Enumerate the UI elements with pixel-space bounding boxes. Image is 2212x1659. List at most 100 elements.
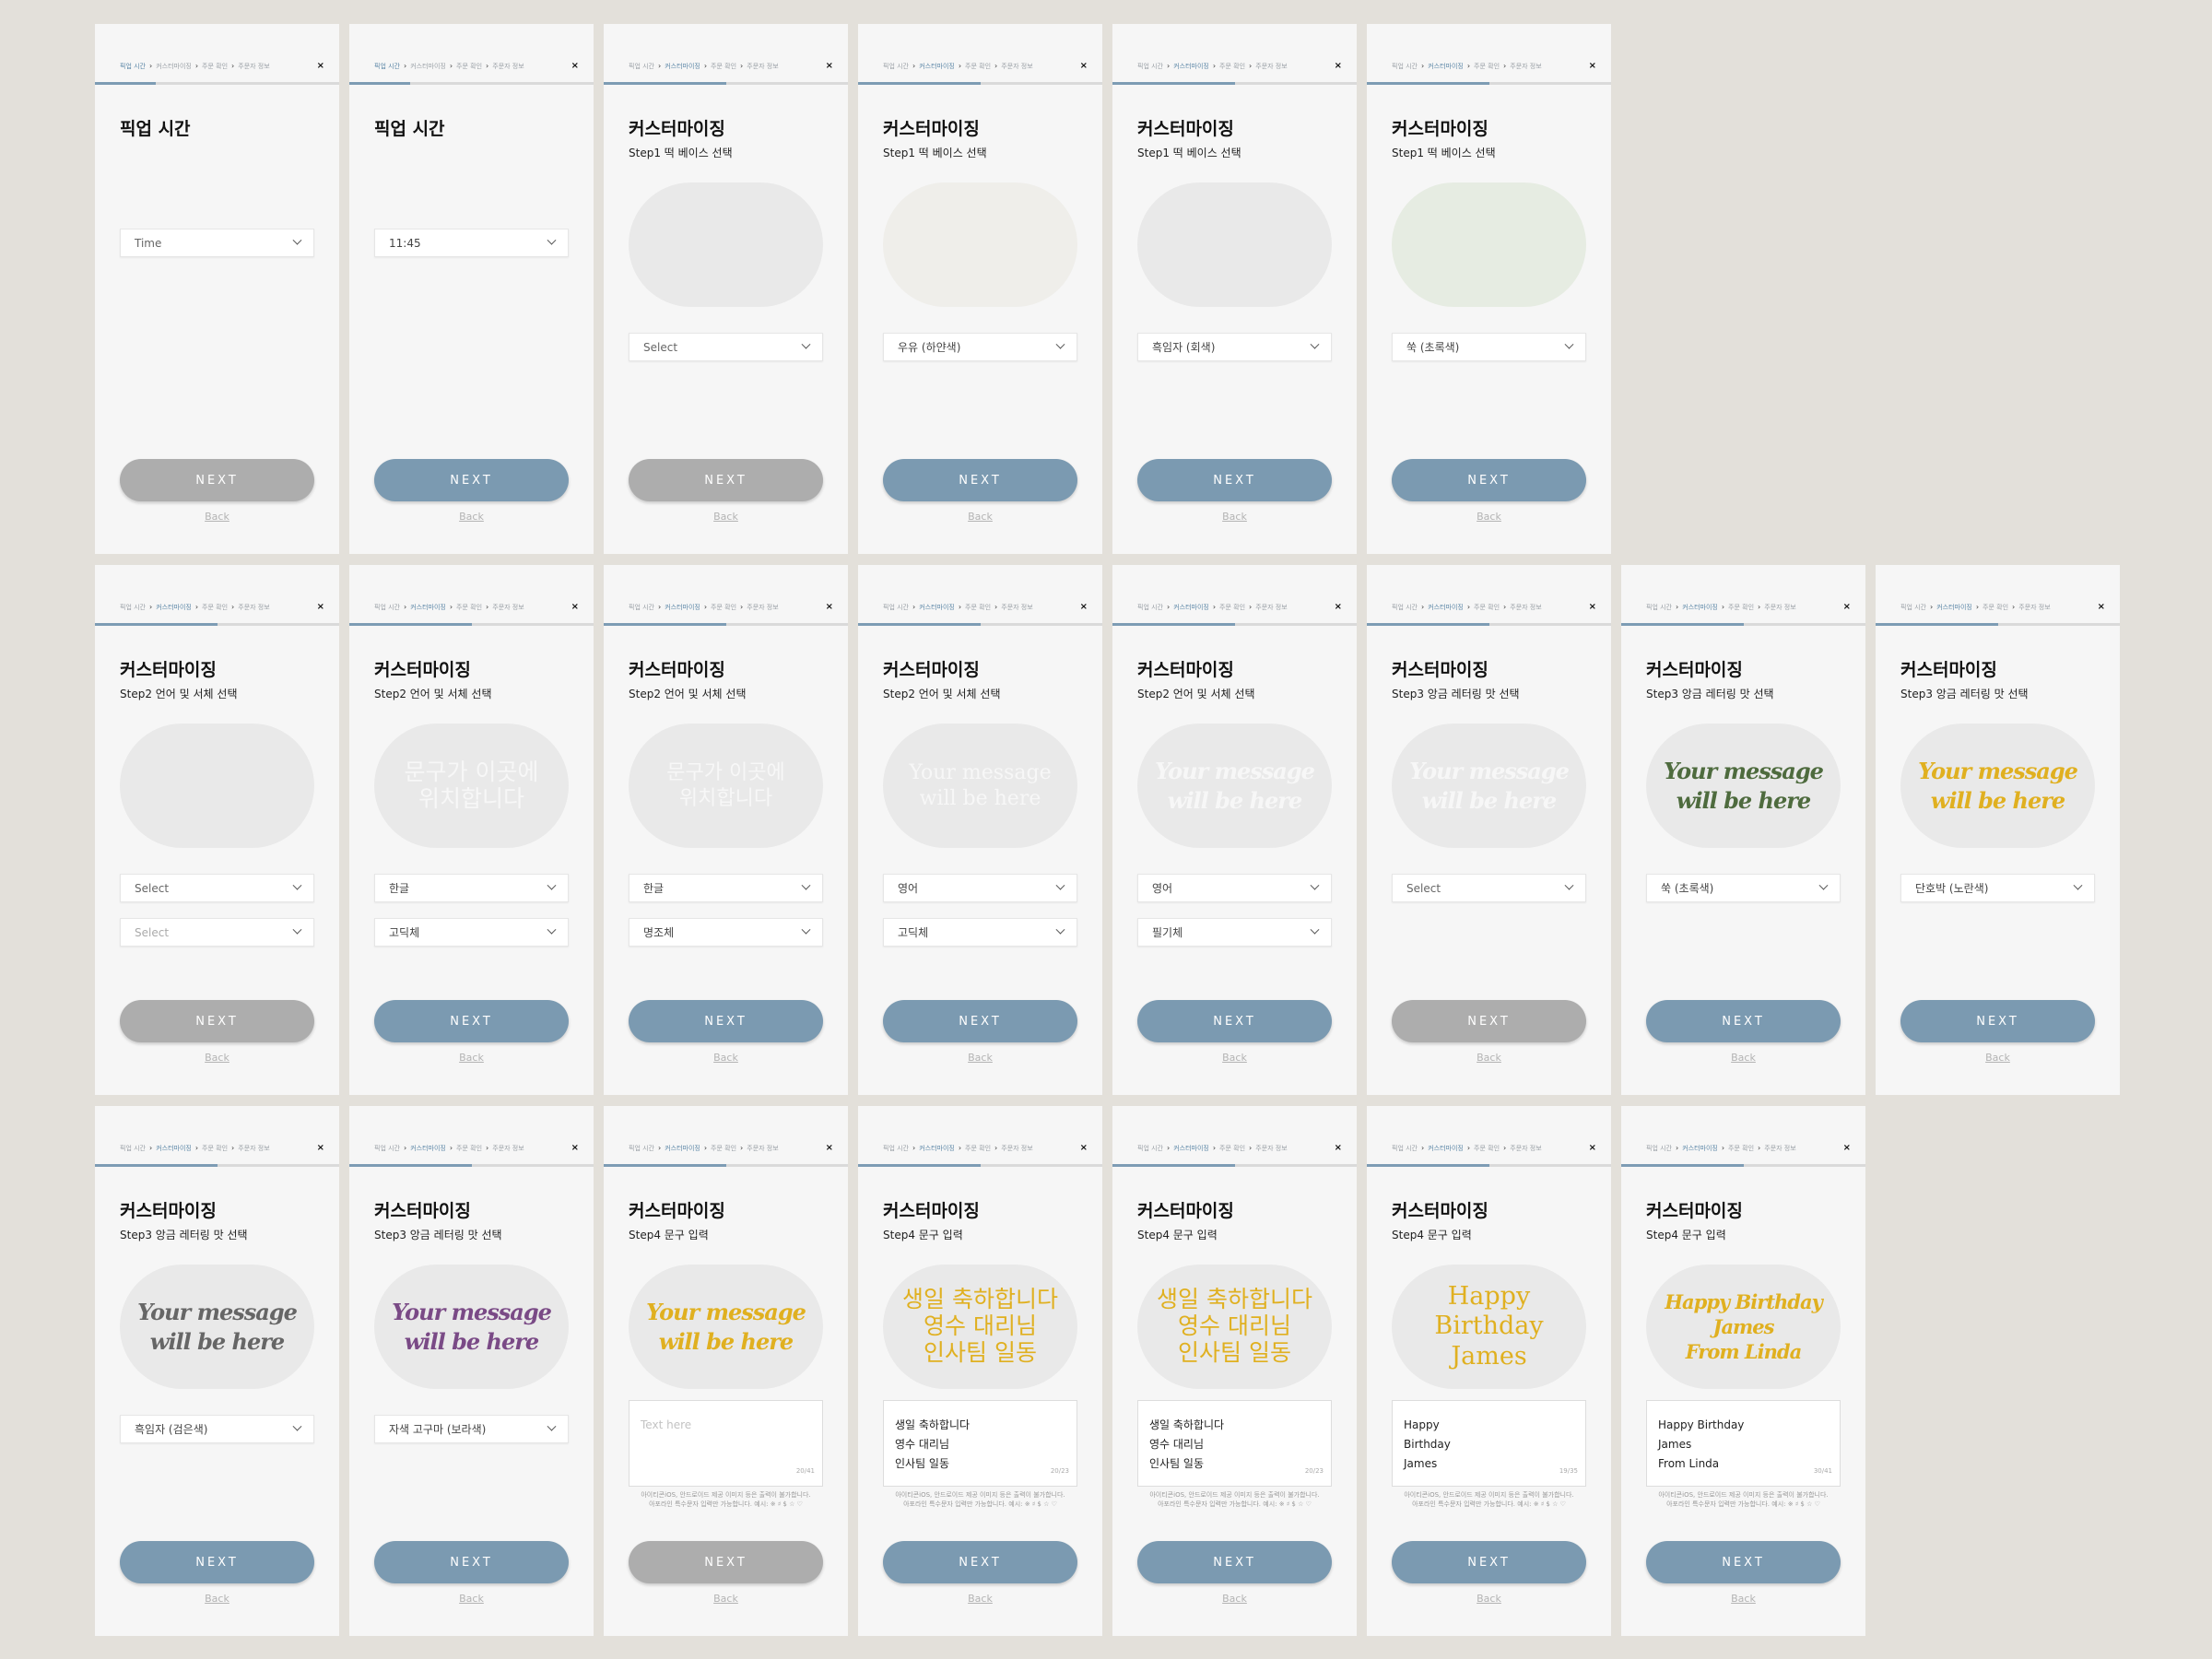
- dropdown-select[interactable]: 11:45: [374, 229, 569, 257]
- back-link[interactable]: Back: [1367, 1052, 1611, 1064]
- breadcrumb-item[interactable]: 픽업 시간: [374, 603, 400, 612]
- back-link[interactable]: Back: [349, 511, 594, 523]
- breadcrumb-item[interactable]: 픽업 시간: [120, 1144, 146, 1153]
- breadcrumb-item[interactable]: 주문자 정보: [1001, 1144, 1032, 1153]
- dropdown-select[interactable]: 고딕체: [883, 918, 1077, 947]
- breadcrumb-item[interactable]: 픽업 시간: [629, 1144, 654, 1153]
- breadcrumb-item[interactable]: 커스터마이징: [919, 1144, 955, 1153]
- message-textarea[interactable]: 생일 축하합니다 영수 대리님 인사팀 일동 20/23: [1137, 1400, 1332, 1487]
- close-icon[interactable]: ×: [1589, 602, 1596, 612]
- back-link[interactable]: Back: [95, 1593, 339, 1605]
- breadcrumb-item[interactable]: 커스터마이징: [919, 62, 955, 71]
- breadcrumb-item[interactable]: 주문자 정보: [1510, 62, 1541, 71]
- next-button[interactable]: NEXT: [883, 1541, 1077, 1583]
- breadcrumb-item[interactable]: 커스터마이징: [1682, 603, 1718, 612]
- breadcrumb-item[interactable]: 픽업 시간: [120, 603, 146, 612]
- next-button[interactable]: NEXT: [1900, 1000, 2095, 1042]
- dropdown-select[interactable]: 자색 고구마 (보라색): [374, 1415, 569, 1443]
- breadcrumb-item[interactable]: 주문자 정보: [747, 62, 778, 71]
- close-icon[interactable]: ×: [826, 602, 833, 612]
- close-icon[interactable]: ×: [1843, 1143, 1851, 1153]
- back-link[interactable]: Back: [349, 1593, 594, 1605]
- dropdown-select[interactable]: 흑임자 (검은색): [120, 1415, 314, 1443]
- breadcrumb-item[interactable]: 주문자 정보: [492, 1144, 524, 1153]
- breadcrumb-item[interactable]: 커스터마이징: [410, 1144, 446, 1153]
- breadcrumb-item[interactable]: 커스터마이징: [665, 603, 700, 612]
- next-button[interactable]: NEXT: [1392, 459, 1586, 501]
- back-link[interactable]: Back: [604, 511, 848, 523]
- breadcrumb-item[interactable]: 커스터마이징: [665, 1144, 700, 1153]
- breadcrumb-item[interactable]: 주문 확인: [456, 603, 482, 612]
- back-link[interactable]: Back: [1367, 511, 1611, 523]
- dropdown-select[interactable]: 명조체: [629, 918, 823, 947]
- breadcrumb-item[interactable]: 픽업 시간: [1392, 1144, 1418, 1153]
- close-icon[interactable]: ×: [1335, 602, 1342, 612]
- close-icon[interactable]: ×: [1589, 61, 1596, 71]
- close-icon[interactable]: ×: [1335, 61, 1342, 71]
- back-link[interactable]: Back: [1112, 511, 1357, 523]
- breadcrumb-item[interactable]: 주문 확인: [202, 62, 228, 71]
- message-textarea[interactable]: Text here 20/41: [629, 1400, 823, 1487]
- breadcrumb-item[interactable]: 주문자 정보: [1255, 603, 1287, 612]
- back-link[interactable]: Back: [1367, 1593, 1611, 1605]
- breadcrumb-item[interactable]: 주문 확인: [1219, 1144, 1245, 1153]
- breadcrumb-item[interactable]: 주문자 정보: [1255, 1144, 1287, 1153]
- breadcrumb-item[interactable]: 커스터마이징: [156, 603, 192, 612]
- breadcrumb-item[interactable]: 픽업 시간: [374, 62, 400, 71]
- next-button[interactable]: NEXT: [1137, 1541, 1332, 1583]
- close-icon[interactable]: ×: [571, 602, 579, 612]
- next-button[interactable]: NEXT: [1137, 1000, 1332, 1042]
- next-button[interactable]: NEXT: [374, 1000, 569, 1042]
- breadcrumb-item[interactable]: 커스터마이징: [919, 603, 955, 612]
- next-button[interactable]: NEXT: [1137, 459, 1332, 501]
- breadcrumb-item[interactable]: 픽업 시간: [1646, 603, 1672, 612]
- dropdown-select[interactable]: 우유 (하얀색): [883, 333, 1077, 361]
- next-button[interactable]: NEXT: [1392, 1000, 1586, 1042]
- back-link[interactable]: Back: [1621, 1593, 1865, 1605]
- breadcrumb-item[interactable]: 주문 확인: [965, 62, 991, 71]
- close-icon[interactable]: ×: [317, 602, 324, 612]
- breadcrumb-item[interactable]: 주문 확인: [1219, 603, 1245, 612]
- breadcrumb-item[interactable]: 커스터마이징: [1428, 62, 1464, 71]
- breadcrumb-item[interactable]: 주문 확인: [1983, 603, 2008, 612]
- breadcrumb-item[interactable]: 커스터마이징: [410, 62, 446, 71]
- breadcrumb-item[interactable]: 픽업 시간: [883, 603, 909, 612]
- breadcrumb-item[interactable]: 주문 확인: [1474, 1144, 1500, 1153]
- breadcrumb-item[interactable]: 픽업 시간: [629, 62, 654, 71]
- dropdown-select[interactable]: Select: [120, 874, 314, 902]
- next-button[interactable]: NEXT: [629, 1000, 823, 1042]
- dropdown-select[interactable]: 흑임자 (회색): [1137, 333, 1332, 361]
- message-textarea[interactable]: 생일 축하합니다 영수 대리님 인사팀 일동 20/23: [883, 1400, 1077, 1487]
- breadcrumb-item[interactable]: 픽업 시간: [1137, 603, 1163, 612]
- breadcrumb-item[interactable]: 주문 확인: [1474, 603, 1500, 612]
- close-icon[interactable]: ×: [317, 61, 324, 71]
- back-link[interactable]: Back: [858, 1593, 1102, 1605]
- breadcrumb-item[interactable]: 픽업 시간: [1392, 62, 1418, 71]
- breadcrumb-item[interactable]: 주문자 정보: [1764, 603, 1795, 612]
- next-button[interactable]: NEXT: [1392, 1541, 1586, 1583]
- dropdown-select[interactable]: 영어: [1137, 874, 1332, 902]
- next-button[interactable]: NEXT: [883, 459, 1077, 501]
- breadcrumb-item[interactable]: 커스터마이징: [156, 1144, 192, 1153]
- breadcrumb-item[interactable]: 주문 확인: [202, 603, 228, 612]
- next-button[interactable]: NEXT: [120, 1541, 314, 1583]
- next-button[interactable]: NEXT: [1646, 1000, 1841, 1042]
- breadcrumb-item[interactable]: 픽업 시간: [120, 62, 146, 71]
- next-button[interactable]: NEXT: [1646, 1541, 1841, 1583]
- breadcrumb-item[interactable]: 커스터마이징: [1173, 62, 1209, 71]
- breadcrumb-item[interactable]: 픽업 시간: [1900, 603, 1926, 612]
- dropdown-select[interactable]: 쑥 (초록색): [1392, 333, 1586, 361]
- breadcrumb-item[interactable]: 주문 확인: [202, 1144, 228, 1153]
- next-button[interactable]: NEXT: [374, 459, 569, 501]
- breadcrumb-item[interactable]: 주문 확인: [1728, 1144, 1754, 1153]
- next-button[interactable]: NEXT: [629, 1541, 823, 1583]
- breadcrumb-item[interactable]: 커스터마이징: [1428, 1144, 1464, 1153]
- breadcrumb-item[interactable]: 픽업 시간: [374, 1144, 400, 1153]
- breadcrumb-item[interactable]: 주문자 정보: [1510, 603, 1541, 612]
- breadcrumb-item[interactable]: 주문자 정보: [1510, 1144, 1541, 1153]
- close-icon[interactable]: ×: [571, 1143, 579, 1153]
- breadcrumb-item[interactable]: 주문자 정보: [492, 62, 524, 71]
- message-textarea[interactable]: Happy Birthday James 19/35: [1392, 1400, 1586, 1487]
- breadcrumb-item[interactable]: 주문자 정보: [238, 1144, 269, 1153]
- breadcrumb-item[interactable]: 주문자 정보: [492, 603, 524, 612]
